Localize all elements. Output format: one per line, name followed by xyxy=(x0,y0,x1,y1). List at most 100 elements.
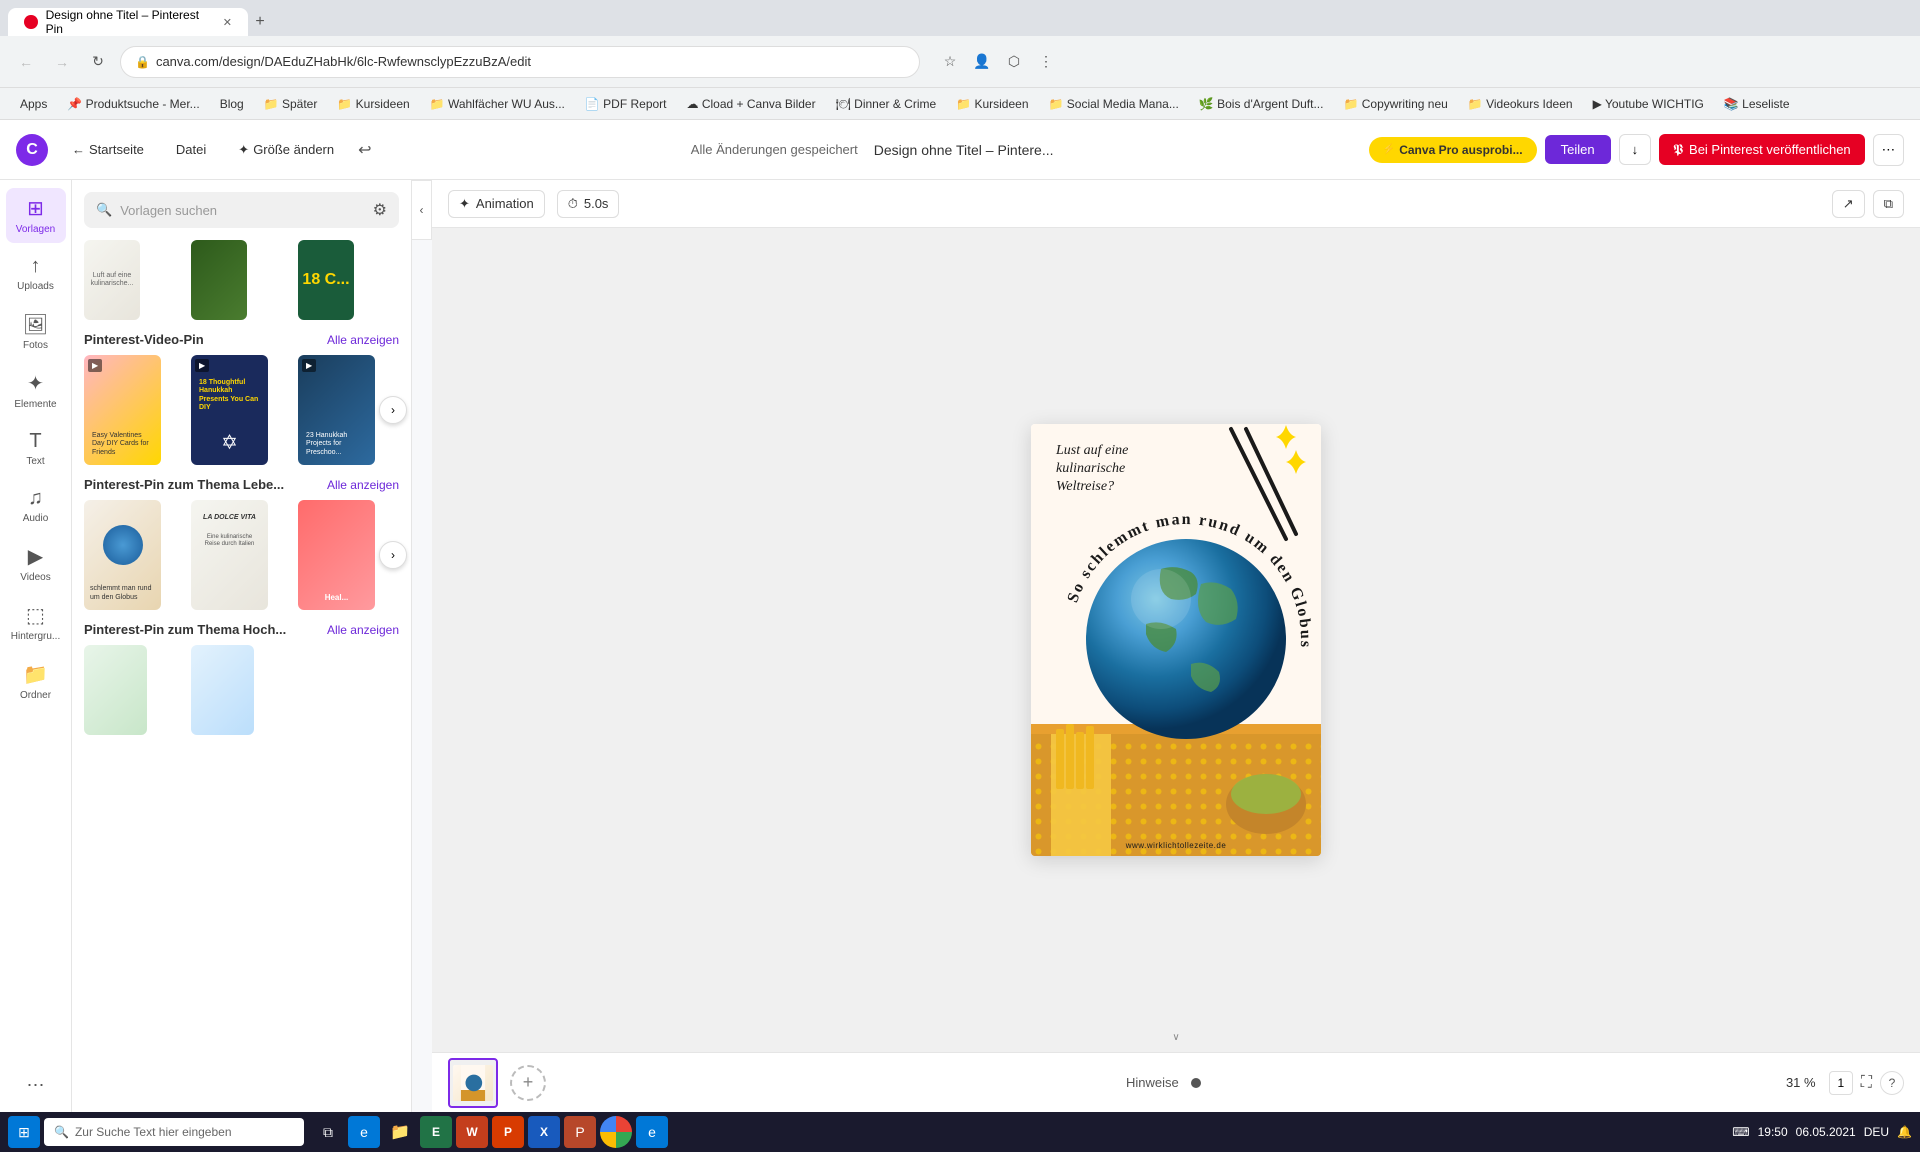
bookmark-kursideen[interactable]: 📁 Kursideen xyxy=(329,95,417,113)
bookmark-produktsuche[interactable]: 📌 Produktsuche - Mer... xyxy=(59,95,207,113)
bookmark-später[interactable]: 📁 Später xyxy=(256,95,326,113)
more-options-btn[interactable]: ⋯ xyxy=(1873,134,1904,166)
filter-btn[interactable]: ⚙ xyxy=(373,200,387,220)
bookmark-social[interactable]: 📁 Social Media Mana... xyxy=(1041,95,1187,113)
bookmark-copywriting[interactable]: 📁 Copywriting neu xyxy=(1335,95,1455,113)
see-all-lebe[interactable]: Alle anzeigen xyxy=(327,478,399,492)
tool-ordner[interactable]: 📁 Ordner xyxy=(6,654,66,709)
search-bar[interactable]: 🔍 Zur Suche Text hier eingeben xyxy=(44,1118,304,1146)
template-card-globus[interactable]: schlemmt man rund um den Globus xyxy=(84,500,161,610)
bookmark-bois[interactable]: 🌿 Bois d'Argent Duft... xyxy=(1191,95,1332,113)
home-btn[interactable]: ← Startseite xyxy=(60,136,156,163)
tool-text[interactable]: T Text xyxy=(6,422,66,475)
bookmark-cload[interactable]: ☁ Cload + Canva Bilder xyxy=(679,95,824,113)
tool-fotos[interactable]: 🖼 Fotos xyxy=(6,304,66,359)
extensions-btn[interactable]: ⬡ xyxy=(1000,48,1028,76)
download-btn[interactable]: ↓ xyxy=(1619,134,1652,165)
page-count-btn[interactable]: 1 xyxy=(1829,1071,1853,1095)
back-btn[interactable]: ← xyxy=(12,48,40,76)
bookmark-kursideen2[interactable]: 📁 Kursideen xyxy=(948,95,1036,113)
add-page-btn[interactable]: + xyxy=(510,1065,546,1101)
tool-elemente[interactable]: ✦ Elemente xyxy=(6,363,66,418)
fullscreen-btn[interactable]: ⛶ xyxy=(1861,1074,1872,1092)
video-pin-grid: ▶ Easy Valentines Day DIY Cards for Frie… xyxy=(84,355,399,465)
bookmark-pdf[interactable]: 📄 PDF Report xyxy=(577,95,675,113)
refresh-btn[interactable]: ↻ xyxy=(84,48,112,76)
animation-btn[interactable]: ✦ Animation xyxy=(448,190,545,218)
resize-btn[interactable]: ✦ Größe ändern xyxy=(226,136,346,164)
canvas-viewport[interactable]: So schlemmt man rund um den Globus Lust … xyxy=(432,228,1920,1052)
tool-hintergrund[interactable]: ⬚ Hintergru... xyxy=(6,595,66,650)
search-input[interactable] xyxy=(120,203,364,218)
canva-pro-btn[interactable]: ⚡ Canva Pro ausprobi... xyxy=(1369,137,1537,163)
duration-btn[interactable]: ⏱ 5.0s xyxy=(557,190,620,218)
app-btn-5[interactable]: P xyxy=(564,1116,596,1148)
design-canvas[interactable]: So schlemmt man rund um den Globus Lust … xyxy=(1031,424,1321,856)
see-all-video-pin[interactable]: Alle anzeigen xyxy=(327,333,399,347)
profile-btn[interactable]: 👤 xyxy=(968,48,996,76)
duplicate-canvas-btn[interactable]: ⧉ xyxy=(1873,190,1904,218)
page-thumbnail[interactable] xyxy=(448,1058,498,1108)
tool-audio[interactable]: ♫ Audio xyxy=(6,479,66,532)
app-btn-3[interactable]: P xyxy=(492,1116,524,1148)
menu-btn[interactable]: ⋮ xyxy=(1032,48,1060,76)
template-card-valentine[interactable]: ▶ Easy Valentines Day DIY Cards for Frie… xyxy=(84,355,161,465)
template-card-hoch2[interactable] xyxy=(191,645,254,735)
section-title-lebe: Pinterest-Pin zum Thema Lebe... xyxy=(84,477,284,492)
bookmark-leseliste[interactable]: 📚 Leseliste xyxy=(1716,95,1798,113)
see-all-hoch[interactable]: Alle anzeigen xyxy=(327,623,399,637)
address-bar[interactable]: 🔒 canva.com/design/DAEduZHabHk/6lc-Rwfew… xyxy=(120,46,920,78)
app-btn-1[interactable]: E xyxy=(420,1116,452,1148)
folder-btn[interactable]: 📁 xyxy=(384,1116,416,1148)
bookmark-blog[interactable]: Blog xyxy=(212,95,252,113)
notification-btn[interactable]: 🔔 xyxy=(1897,1125,1912,1139)
template-card-hoch1[interactable] xyxy=(84,645,147,735)
start-btn[interactable]: ⊞ xyxy=(8,1116,40,1148)
tab-close-btn[interactable]: ✕ xyxy=(223,16,232,29)
undo-btn[interactable]: ↩ xyxy=(354,136,375,164)
template-card-hanukkah2[interactable]: ▶ 23 Hanukkah Projects for Preschoo... xyxy=(298,355,375,465)
tool-vorlagen[interactable]: ⊞ Vorlagen xyxy=(6,188,66,243)
bookmark-wahlfächer[interactable]: 📁 Wahlfächer WU Aus... xyxy=(422,95,573,113)
active-tab[interactable]: Design ohne Titel – Pinterest Pin ✕ xyxy=(8,8,248,36)
share-canvas-btn[interactable]: ↗ xyxy=(1832,190,1865,218)
taskview-btn[interactable]: ⧉ xyxy=(312,1116,344,1148)
template-card-heal[interactable]: Heal... xyxy=(298,500,375,610)
template-card[interactable] xyxy=(191,240,247,320)
template-card-dolcevita[interactable]: LA DOLCE VITA Eine kulinarische Reise du… xyxy=(191,500,268,610)
template-card[interactable]: Luft auf eine kulinarische... xyxy=(84,240,140,320)
bookmark-btn[interactable]: ☆ xyxy=(936,48,964,76)
browser-nav: ← → ↻ 🔒 canva.com/design/DAEduZHabHk/6lc… xyxy=(0,36,1920,88)
panel-collapse-btn[interactable]: ‹ xyxy=(412,180,432,240)
app-btn-4[interactable]: X xyxy=(528,1116,560,1148)
search-box[interactable]: 🔍 ⚙ xyxy=(84,192,399,228)
next-btn-video[interactable]: › xyxy=(379,396,407,424)
bookmark-youtube[interactable]: ▶ Youtube WICHTIG xyxy=(1585,95,1712,113)
bookmark-videokurs[interactable]: 📁 Videokurs Ideen xyxy=(1460,95,1581,113)
uploads-icon: ↑ xyxy=(31,255,41,278)
app-btn-chrome[interactable] xyxy=(600,1116,632,1148)
next-btn-lebe[interactable]: › xyxy=(379,541,407,569)
help-btn[interactable]: ? xyxy=(1880,1071,1904,1095)
edge-btn[interactable]: e xyxy=(348,1116,380,1148)
design-name[interactable]: Design ohne Titel – Pintere... xyxy=(874,142,1054,158)
videos-icon: ▶ xyxy=(28,544,43,569)
svg-text:www.wirklichtollezeite.de: www.wirklichtollezeite.de xyxy=(1125,841,1227,850)
app-btn-6[interactable]: e xyxy=(636,1116,668,1148)
template-card-hanukkah[interactable]: ▶ 18 Thoughtful Hanukkah Presents You Ca… xyxy=(191,355,268,465)
tool-videos[interactable]: ▶ Videos xyxy=(6,536,66,591)
template-card[interactable]: 18 C... xyxy=(298,240,354,320)
new-tab-btn[interactable]: + xyxy=(248,10,272,34)
section-header-hoch: Pinterest-Pin zum Thema Hoch... Alle anz… xyxy=(84,622,399,637)
file-btn[interactable]: Datei xyxy=(164,136,218,163)
app-btn-2[interactable]: W xyxy=(456,1116,488,1148)
hoch-grid xyxy=(84,645,399,735)
forward-btn[interactable]: → xyxy=(48,48,76,76)
tool-uploads[interactable]: ↑ Uploads xyxy=(6,247,66,300)
bookmark-apps[interactable]: Apps xyxy=(12,95,55,113)
share-btn[interactable]: Teilen xyxy=(1545,135,1611,164)
bookmark-dinner[interactable]: 🍽 Dinner & Crime xyxy=(828,95,945,113)
pinterest-publish-btn[interactable]: 𝕻 Bei Pinterest veröffentlichen xyxy=(1659,134,1865,165)
tool-more[interactable]: ⋯ xyxy=(6,1067,66,1104)
tab-favicon xyxy=(24,15,38,29)
